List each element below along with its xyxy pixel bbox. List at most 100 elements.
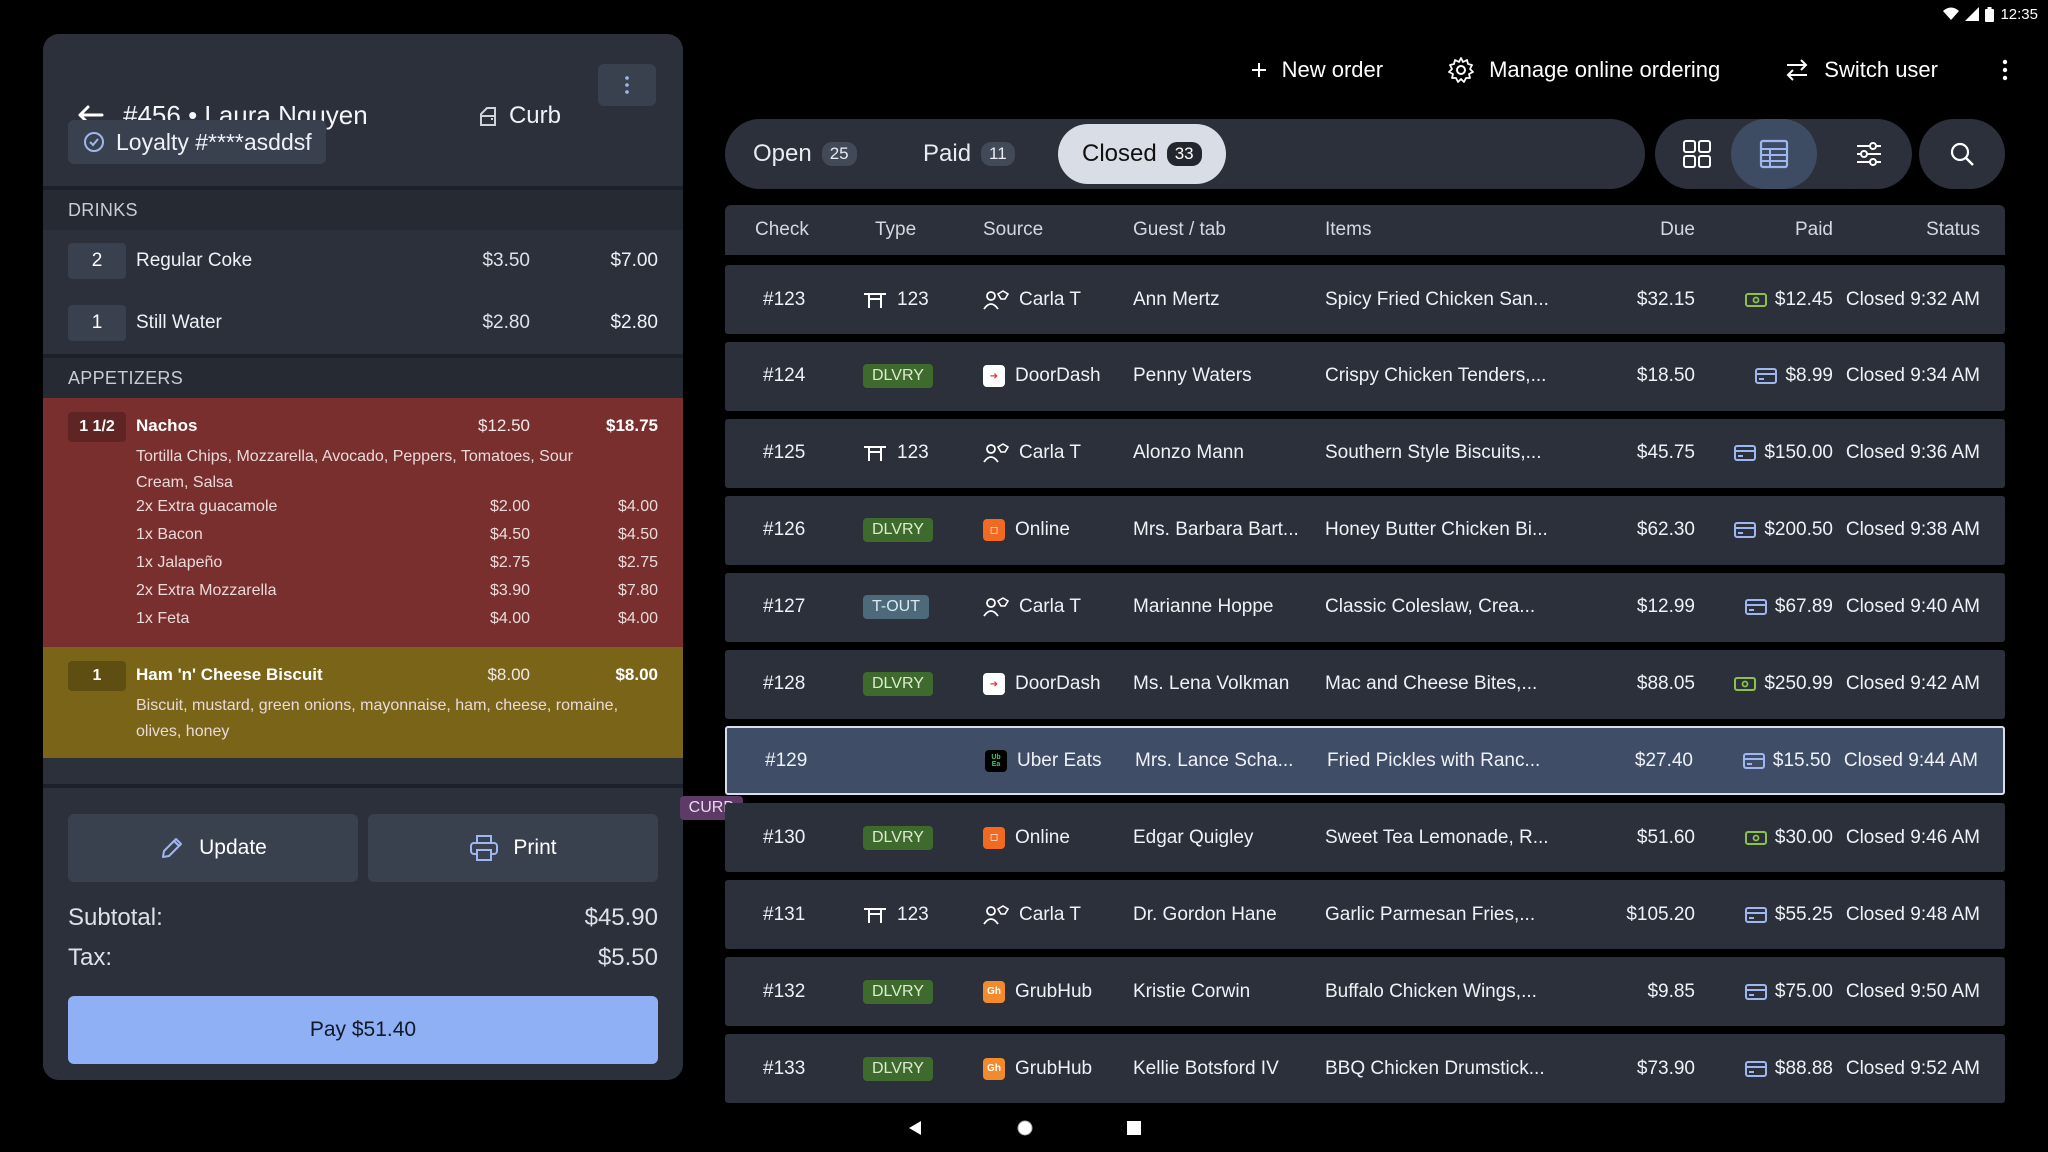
cell-paid: $150.00 [1734,419,1833,488]
order-type[interactable]: Curb [477,102,561,130]
table-row[interactable]: #129 CURB Ub Ea Uber Eats Mrs. Lance Scha... F… [679,726,2005,821]
table-row[interactable]: #124 DLVRY ➜ DoorDash Penny Waters Crispy Chi… [725,341,2005,411]
col-check[interactable]: Check [755,205,809,255]
cell-due: $18.50 [1636,365,1695,387]
table-row[interactable]: #127 T-OUT Carla T Marianne Hoppe Classic Co… [725,572,2005,642]
tax-row: Tax: $5.50 [68,944,658,972]
tab-label: Closed [1082,140,1157,167]
pay-button[interactable]: Pay $51.40 [68,996,658,1064]
table-view-button[interactable] [1731,119,1817,189]
order-header: #456 • Laura Nguyen Curb Loyalty #****as… [43,34,683,186]
source-name: Carla T [1019,596,1081,618]
table-row[interactable]: #125 123 Carla T Alonzo Mann Southern Style … [725,418,2005,488]
clock: 12:35 [2000,5,2038,23]
cell-source: Carla T [983,573,1081,642]
cell-type: DLVRY [863,803,933,872]
manage-online-ordering-button[interactable]: Manage online ordering [1447,56,1720,84]
cell-items: Mac and Cheese Bites,... [1325,673,1538,694]
loyalty-chip[interactable]: Loyalty #****asddsf [68,120,326,164]
paid-amount: $30.00 [1774,826,1833,848]
modifier-name: 1x Bacon [136,526,203,543]
more-menu-button[interactable] [2002,59,2008,81]
cell-items: Honey Butter Chicken Bi... [1325,519,1548,541]
col-type[interactable]: Type [875,205,916,255]
order-item-nachos[interactable]: 1 1/2 Nachos $12.50 $18.75 Tortilla Chip… [43,398,683,647]
order-item-biscuit[interactable]: 1 Ham 'n' Cheese Biscuit $8.00 $8.00 Bis… [43,647,683,758]
order-item[interactable]: 1 Still Water $2.80 $2.80 [43,292,683,354]
item-total: $18.75 [606,416,658,435]
cell-paid: $12.45 [1744,265,1833,334]
table-icon [1759,139,1789,169]
cell-check: #133 [763,1057,806,1079]
filter-button[interactable] [1826,119,1912,189]
order-menu-button[interactable] [598,64,656,106]
table-row[interactable]: #130 DLVRY ◻ Online Edgar Quigley Sweet Tea L… [725,803,2005,873]
item-qty[interactable]: 1 1/2 [68,412,126,442]
item-qty[interactable]: 1 [68,661,126,691]
col-source[interactable]: Source [983,205,1043,255]
cell-status: Closed 9:34 AM [1845,365,1980,387]
order-type-chip: DLVRY [863,1056,933,1081]
cell-type: 123 [863,265,929,334]
cell-items: Spicy Fried Chicken San... [1325,288,1549,310]
item-name: Ham 'n' Cheese Biscuit [136,665,323,684]
col-due[interactable]: Due [1660,205,1695,255]
source-name: GrubHub [1015,980,1093,1002]
nav-home-icon[interactable] [1016,1119,1034,1137]
update-label: Update [199,836,267,859]
source-name: Carla T [1019,288,1081,310]
nav-recents-icon[interactable] [1127,1121,1141,1135]
col-guest[interactable]: Guest / tab [1133,205,1226,255]
grid-view-button[interactable] [1655,119,1739,189]
tab-count: 25 [821,142,857,166]
battery-icon [1985,6,1995,22]
col-status[interactable]: Status [1926,205,1980,255]
item-qty[interactable]: 1 [68,305,126,341]
search-button[interactable] [1919,119,2005,189]
cell-status: Closed 9:52 AM [1845,1057,1980,1079]
cell-paid: $250.99 [1734,650,1833,719]
item-total: $2.80 [610,312,658,333]
car-door-icon [479,107,496,126]
print-label: Print [513,836,557,859]
table-row[interactable]: #131 123 Carla T Dr. Gordon Hane Garlic Parm… [725,880,2005,950]
col-items[interactable]: Items [1325,205,1371,255]
cell-type: DLVRY [863,650,933,719]
table-row[interactable]: #128 DLVRY ➜ DoorDash Ms. Lena Volkman Mac an… [725,649,2005,719]
cell-due: $73.90 [1636,1057,1695,1079]
col-paid[interactable]: Paid [1795,205,1833,255]
table-row[interactable]: #132 DLVRY Gh GrubHub Kristie Corwin Buffalo … [725,957,2005,1027]
cell-due: $62.30 [1636,519,1695,541]
print-button[interactable]: Print [368,814,658,882]
cell-source: Gh GrubHub [983,1034,1092,1103]
tab-closed[interactable]: Closed 33 [1058,124,1226,184]
new-order-button[interactable]: New order [1250,57,1383,83]
cell-type: 123 [863,880,929,949]
switch-user-label: Switch user [1824,57,1938,82]
paid-amount: $67.89 [1774,596,1833,618]
cell-source: ◻ Online [983,803,1070,872]
cash-icon [1744,830,1767,845]
item-qty[interactable]: 2 [68,243,126,279]
table-row[interactable]: #133 DLVRY Gh GrubHub Kellie Botsford IV BBQ … [725,1034,2005,1103]
cell-guest: Penny Waters [1133,365,1252,387]
update-button[interactable]: Update [68,814,358,882]
cell-guest: Alonzo Mann [1133,442,1244,464]
table-row[interactable]: #123 123 Carla T Ann Mertz Spicy Fried Chick… [725,265,2005,334]
nav-back-icon[interactable] [907,1120,923,1136]
cell-items: Southern Style Biscuits,... [1325,442,1542,464]
switch-user-button[interactable]: Switch user [1784,57,1938,83]
cell-guest: Ann Mertz [1133,288,1220,310]
cell-type: 123 [863,419,929,488]
card-icon [1744,1060,1767,1077]
cell-items: Buffalo Chicken Wings,... [1325,980,1537,1002]
tab-open[interactable]: Open 25 [729,124,881,184]
printer-icon [470,835,499,861]
order-item[interactable]: 2 Regular Coke $3.50 $7.00 [43,230,683,292]
order-type-chip: DLVRY [863,825,933,850]
tab-paid[interactable]: Paid 11 [899,124,1039,184]
table-row[interactable]: #126 DLVRY ◻ Online Mrs. Barbara Bart... Hone… [725,495,2005,565]
cell-check: #130 [763,826,806,848]
item-price: $3.50 [482,250,530,271]
cell-status: Closed 9:40 AM [1845,596,1980,618]
